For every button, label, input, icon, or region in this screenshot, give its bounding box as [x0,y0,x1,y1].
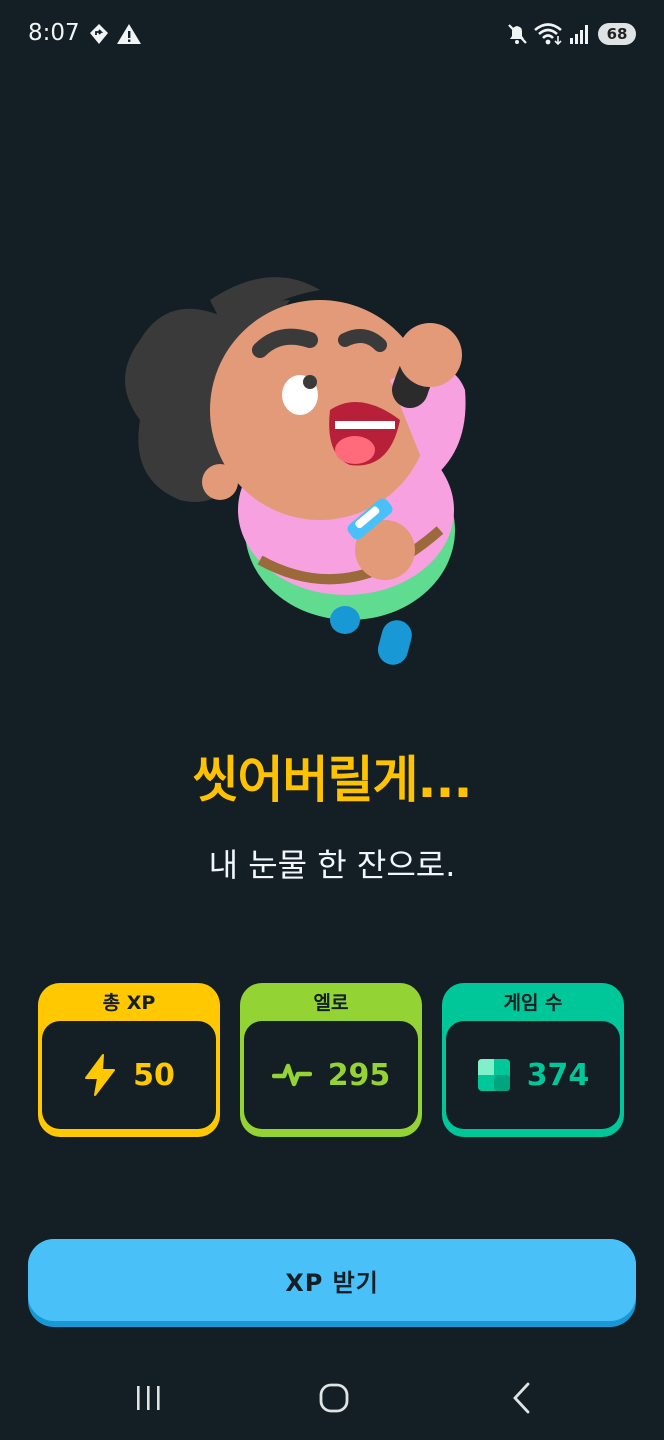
status-bar: 8:07 68 [0,0,664,70]
recent-apps-icon[interactable] [134,1380,164,1416]
get-xp-button-label[interactable]: XP 받기 [28,1239,636,1321]
total-xp-content: 50 [42,1021,216,1129]
elo-content: 295 [244,1021,418,1129]
result-title: 씻어버릴게... [192,751,473,809]
total-xp-label: 총 XP [102,992,156,1014]
back-icon[interactable] [506,1380,536,1416]
games-count-value: 374 [526,1057,590,1093]
games-count-content: 374 [446,1021,620,1129]
games-count-label: 게임 수 [503,992,563,1014]
signal-icon [570,25,588,44]
wifi-icon [534,23,562,46]
elo-card: 엘로 295 [240,983,422,1137]
games-count-card: 게임 수 374 [442,983,624,1137]
total-xp-card: 총 XP 50 [38,983,220,1137]
home-icon[interactable] [316,1380,352,1416]
pulse-icon [271,1063,312,1087]
navigation-diamond-icon [90,24,108,44]
status-time: 8:07 [28,20,80,46]
warning-icon [117,24,141,44]
elo-value: 295 [327,1057,391,1093]
result-subtitle: 내 눈물 한 잔으로. [208,846,456,884]
square-icon [477,1059,510,1091]
get-xp-button[interactable]: XP 받기 [28,1239,636,1327]
battery-icon: 68 [598,23,636,45]
crying-character-illustration [125,277,466,665]
lightning-icon [85,1054,116,1096]
total-xp-value: 50 [133,1057,175,1093]
screen: 8:07 68 씻어버릴게... 내 눈물 한 잔으로. 총 XP 50 엘로 … [0,0,664,1440]
system-nav-bar [0,1360,664,1440]
mute-icon [508,24,527,44]
elo-label: 엘로 [313,992,349,1014]
